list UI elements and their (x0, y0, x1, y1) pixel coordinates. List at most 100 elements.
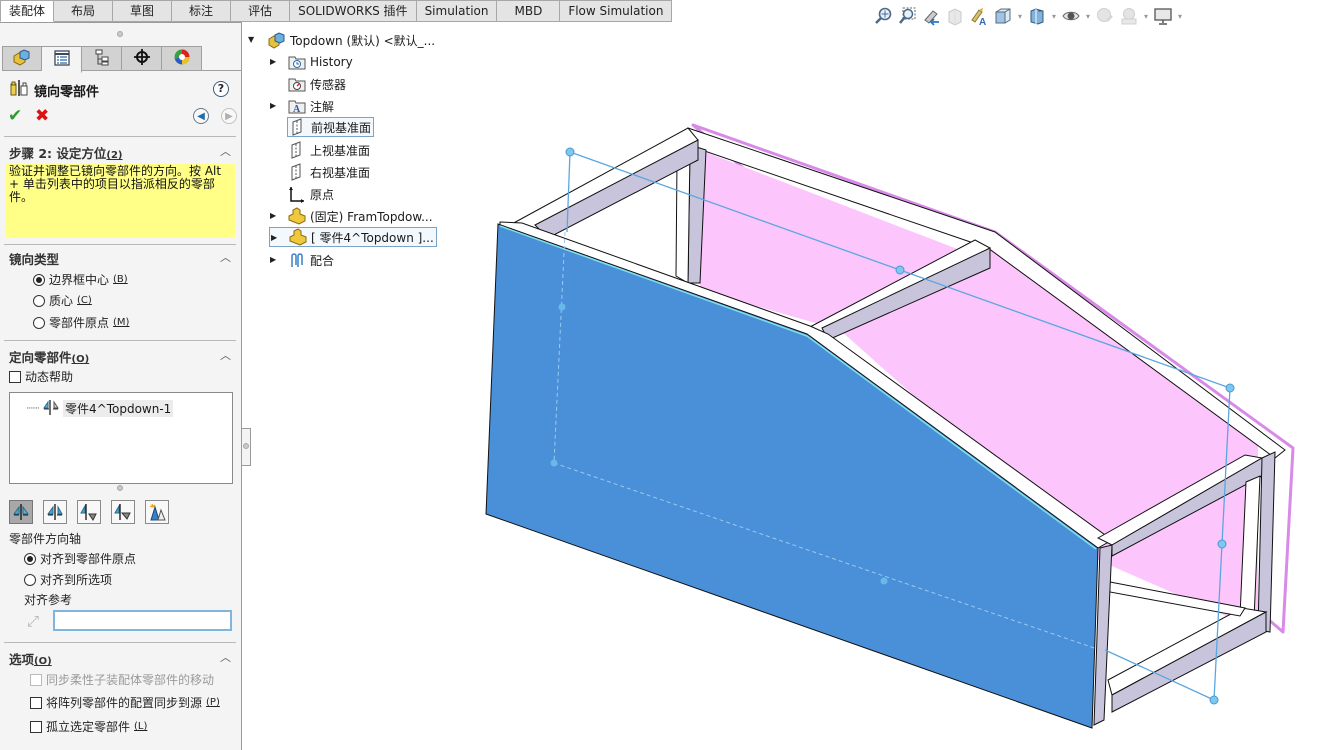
display-style-icon[interactable] (1026, 5, 1048, 27)
chevron-down-icon[interactable]: ▾ (1142, 5, 1150, 27)
radio-button[interactable] (24, 552, 36, 565)
radio-bounding-box-center[interactable]: 边界框中心 (B) (33, 271, 128, 288)
chevron-down-icon[interactable]: ▾ (1050, 5, 1058, 27)
mirror-orientation-icon (42, 399, 60, 418)
graphics-area[interactable] (252, 28, 1336, 750)
sync-flexible-subassembly-checkbox[interactable]: 同步柔性子装配体零部件的移动 (30, 671, 214, 688)
direction-arrows-icon: ⤢ (27, 612, 40, 630)
collapse-icon[interactable]: ︿ (220, 143, 231, 159)
chevron-down-icon[interactable]: ▾ (1084, 5, 1092, 27)
tab-flow-simulation[interactable]: Flow Simulation (560, 0, 673, 22)
ok-button[interactable]: ✔ (8, 106, 22, 126)
tab-assembly[interactable]: 装配体 (0, 0, 55, 22)
tab-configuration-manager[interactable] (82, 46, 122, 71)
list-resize-grip[interactable] (117, 485, 123, 491)
sync-pattern-config-checkbox[interactable]: 将阵列零部件的配置同步到源 (P) (30, 694, 220, 711)
view-orientation-icon[interactable] (992, 5, 1014, 27)
tree-node-label: 右视基准面 (310, 165, 371, 180)
radio-button[interactable] (24, 573, 36, 586)
tree-node-label: 原点 (310, 187, 335, 202)
zoom-to-fit-icon[interactable] (872, 5, 894, 27)
dynamic-annotation-views-icon[interactable]: A (968, 5, 990, 27)
tab-layout[interactable]: 布局 (54, 0, 114, 22)
tab-solidworks-addins[interactable]: SOLIDWORKS 插件 (290, 0, 417, 22)
tree-node-history[interactable]: ▶ History (270, 52, 353, 72)
opposite-hand-icon (149, 503, 166, 521)
orient-components-title[interactable]: 定向零部件(O) (9, 347, 89, 366)
tab-sketch[interactable]: 草图 (113, 0, 173, 22)
options-title[interactable]: 选项(O) (9, 649, 52, 668)
radio-center-of-mass[interactable]: 质心 (C) (33, 292, 92, 309)
align-ref-text: 对齐参考 (24, 593, 73, 607)
orient-mirrored-y-button[interactable] (43, 500, 67, 524)
collapse-arrow-icon[interactable]: ▼ (248, 35, 254, 44)
tab-dimxpert-manager[interactable] (122, 46, 162, 71)
tree-node-right-plane[interactable]: 右视基准面 (288, 162, 370, 182)
orient-mirrored-x-button[interactable] (9, 500, 33, 524)
radio-component-origin[interactable]: 零部件原点 (M) (33, 314, 129, 331)
expand-arrow-icon[interactable]: ▶ (270, 101, 276, 110)
tab-evaluate[interactable]: 评估 (231, 0, 291, 22)
tab-simulation[interactable]: Simulation (416, 0, 498, 22)
resize-grip[interactable] (117, 31, 123, 37)
checkbox[interactable] (30, 720, 42, 733)
tab-property-manager[interactable] (42, 46, 82, 73)
tree-root[interactable]: ▼ Topdown (默认) <默认_... (248, 30, 435, 50)
checkbox[interactable] (9, 370, 21, 383)
collapse-icon[interactable]: ︿ (220, 649, 231, 665)
edit-appearance-icon[interactable] (1094, 5, 1116, 27)
tab-mbd[interactable]: MBD (497, 0, 561, 22)
section-view-icon[interactable] (944, 5, 966, 27)
orient-mirrored-xz-button[interactable] (111, 500, 135, 524)
view-settings-icon[interactable] (1152, 5, 1174, 27)
list-item[interactable]: ······· 零件4^Topdown-1 (26, 399, 174, 418)
checkbox[interactable] (30, 673, 42, 686)
hide-show-items-icon[interactable] (1060, 5, 1082, 27)
tree-node-sensors[interactable]: 传感器 (288, 74, 346, 94)
expand-arrow-icon[interactable]: ▶ (271, 233, 277, 242)
dynamic-help-checkbox[interactable]: 动态帮助 (9, 368, 73, 385)
chevron-down-icon[interactable]: ▾ (1016, 5, 1024, 27)
step-section-title[interactable]: 步骤 2: 设定方位(2) (9, 143, 123, 162)
previous-view-icon[interactable] (920, 5, 942, 27)
collapse-icon[interactable]: ︿ (220, 347, 231, 363)
align-reference-field[interactable] (53, 610, 232, 631)
tab-display-manager[interactable] (162, 46, 202, 71)
heads-up-view-toolbar: A ▾ ▾ ▾ ▾ ▾ (872, 4, 1184, 28)
tree-node-front-plane[interactable]: 前视基准面 (287, 117, 375, 137)
tab-markup[interactable]: 标注 (172, 0, 232, 22)
expand-arrow-icon[interactable]: ▶ (270, 255, 276, 264)
tree-node-origin[interactable]: 原点 (288, 184, 334, 204)
radio-button[interactable] (33, 273, 45, 286)
orient-mirrored-z-button[interactable] (77, 500, 101, 524)
expand-arrow-icon[interactable]: ▶ (270, 211, 276, 220)
back-button[interactable]: ◀ (193, 108, 209, 124)
mirror-type-title[interactable]: 镜向类型 (9, 249, 59, 268)
chevron-down-icon[interactable]: ▾ (1176, 5, 1184, 27)
radio-align-selection[interactable]: 对齐到所选项 (24, 571, 112, 588)
cancel-button[interactable]: ✖ (35, 106, 49, 126)
create-opposite-hand-button[interactable] (145, 500, 169, 524)
tree-node-top-plane[interactable]: 上视基准面 (288, 140, 370, 160)
next-button[interactable]: ▶ (221, 108, 237, 124)
tree-node-annotations[interactable]: ▶ A 注解 (270, 96, 334, 116)
shortcut-key: (B) (113, 274, 128, 285)
tree-node-mirrored-part[interactable]: ▶ [ 零件4^Topdown ]... (269, 227, 437, 247)
orient-mirrored-xz-icon (114, 504, 131, 520)
panel-splitter-handle[interactable] (242, 428, 251, 466)
radio-button[interactable] (33, 316, 45, 329)
tree-node-fixed-frame-part[interactable]: ▶ (固定) FramTopdow... (270, 206, 433, 226)
radio-button[interactable] (33, 294, 45, 307)
apply-scene-icon[interactable] (1118, 5, 1140, 27)
isolate-selected-checkbox[interactable]: 孤立选定零部件 (L) (30, 718, 147, 735)
help-button[interactable]: ? (213, 81, 229, 97)
components-listbox[interactable]: ······· 零件4^Topdown-1 (9, 392, 233, 484)
collapse-icon[interactable]: ︿ (220, 249, 231, 265)
zoom-to-area-icon[interactable] (896, 5, 918, 27)
tree-node-mates[interactable]: ▶ 配合 (270, 250, 334, 270)
radio-align-component-origin[interactable]: 对齐到零部件原点 (24, 550, 136, 567)
tab-feature-manager[interactable] (2, 46, 42, 71)
checkbox[interactable] (30, 696, 42, 709)
property-manager-icon (53, 49, 71, 70)
expand-arrow-icon[interactable]: ▶ (270, 57, 276, 66)
